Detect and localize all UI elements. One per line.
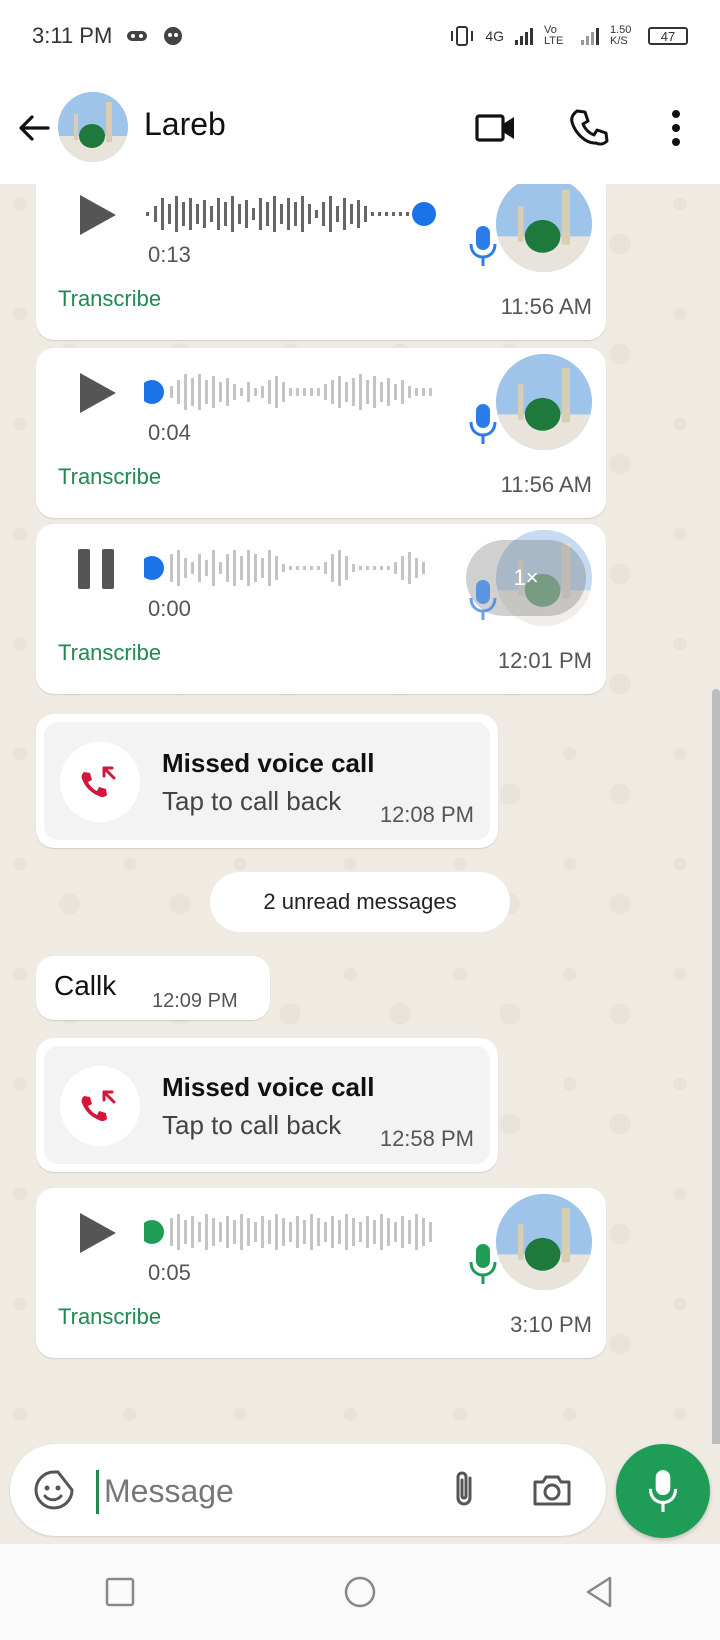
voice-duration: 0:05 (148, 1260, 191, 1285)
progress-thumb (412, 202, 436, 226)
volte-label: Vo LTE (544, 24, 564, 47)
unread-divider: 2 unread messages (210, 872, 510, 932)
play-icon[interactable] (74, 370, 120, 416)
network-type: 4G (485, 28, 504, 44)
more-vert-icon[interactable] (654, 106, 698, 150)
play-icon[interactable] (74, 192, 120, 238)
voice-message: 0:05 Transcribe 3:10 PM (36, 1188, 606, 1358)
phone-icon[interactable] (568, 106, 612, 150)
mic-icon (469, 1244, 497, 1284)
video-call-icon[interactable] (474, 106, 518, 150)
record-voice-button[interactable] (616, 1444, 710, 1538)
contact-avatar[interactable] (58, 92, 128, 162)
voice-duration: 0:04 (148, 420, 191, 445)
scrollbar[interactable] (712, 689, 720, 1444)
call-title: Missed voice call (162, 1072, 375, 1102)
progress-thumb (144, 1220, 164, 1244)
game-icon (127, 31, 148, 41)
waveform[interactable] (144, 186, 444, 242)
transcribe-link[interactable]: Transcribe (58, 1304, 161, 1330)
text-message[interactable]: Callk 12:09 PM (36, 956, 270, 1020)
progress-thumb (144, 556, 164, 580)
text-cursor (96, 1470, 99, 1514)
circle-nav-icon[interactable] (340, 1572, 380, 1612)
square-nav-icon[interactable] (100, 1572, 140, 1612)
message-input[interactable] (102, 1462, 426, 1520)
waveform[interactable] (144, 364, 444, 420)
voice-duration: 0:00 (148, 596, 191, 621)
status-time: 3:11 PM (32, 23, 113, 48)
message-time: 11:56 AM (500, 294, 592, 319)
message-time: 11:56 AM (500, 472, 592, 497)
camera-icon[interactable] (530, 1468, 574, 1512)
mic-icon (469, 580, 497, 620)
unread-label: 2 unread messages (263, 889, 457, 914)
waveform[interactable] (144, 540, 444, 596)
message-text: Callk (54, 970, 117, 1001)
voice-message: 0:04 Transcribe 11:56 AM (36, 348, 606, 518)
message-time: 12:08 PM (379, 802, 474, 827)
sticker-icon[interactable] (32, 1468, 76, 1512)
chat-messages[interactable]: 0:13 Transcribe 11:56 AM 0:04 Transcribe… (0, 184, 720, 1444)
message-time: 12:01 PM (497, 648, 592, 673)
transcribe-link[interactable]: Transcribe (58, 286, 161, 312)
sender-avatar (496, 1194, 592, 1290)
missed-call-icon-wrap (60, 742, 140, 822)
mic-icon (469, 404, 497, 444)
sender-avatar (496, 354, 592, 450)
missed-call-icon-wrap (60, 1066, 140, 1146)
mic-icon (469, 226, 497, 266)
call-subtitle: Tap to call back (162, 786, 342, 816)
back-arrow-icon[interactable] (14, 108, 54, 148)
play-icon[interactable] (74, 1210, 120, 1256)
missed-call-icon (81, 1090, 116, 1122)
signal-icon (515, 28, 533, 45)
chat-header: Lareb (0, 72, 720, 184)
call-subtitle: Tap to call back (162, 1110, 342, 1140)
missed-call-card: Missed voice call Tap to call back 12:58… (44, 1046, 490, 1164)
voice-message: 0:00 Transcribe 12:01 PM 1× (36, 524, 606, 694)
voice-message: 0:13 Transcribe 11:56 AM (36, 184, 606, 340)
system-nav-bar (0, 1544, 720, 1640)
call-title: Missed voice call (162, 748, 375, 778)
voice-duration: 0:13 (148, 242, 191, 267)
playback-speed: 1× (513, 565, 539, 590)
waveform[interactable] (144, 1204, 444, 1260)
missed-call-card: Missed voice call Tap to call back 12:08… (44, 722, 490, 840)
signal-icon-2 (581, 28, 599, 45)
message-time: 3:10 PM (510, 1312, 592, 1337)
alien-icon (164, 27, 183, 45)
attach-icon[interactable] (442, 1468, 486, 1512)
network-speed: 1.50 K/S (610, 24, 632, 47)
sender-avatar (496, 184, 592, 272)
triangle-nav-icon[interactable] (580, 1572, 620, 1612)
progress-thumb (144, 380, 164, 404)
transcribe-link[interactable]: Transcribe (58, 640, 161, 666)
dome-image (58, 92, 128, 162)
transcribe-link[interactable]: Transcribe (58, 464, 161, 490)
message-time: 12:09 PM (152, 990, 238, 1012)
missed-call-message[interactable]: Missed voice call Tap to call back 12:58… (36, 1038, 498, 1172)
vibrate-icon (451, 26, 474, 46)
status-bar: 3:11 PM 4G Vo LTE 1.50 K/S 47 (0, 0, 720, 72)
battery-icon: 47 (648, 27, 688, 45)
message-composer (10, 1444, 606, 1536)
contact-name[interactable]: Lareb (144, 106, 226, 143)
battery-level: 47 (660, 28, 676, 44)
missed-call-icon (81, 766, 116, 798)
missed-call-message[interactable]: Missed voice call Tap to call back 12:08… (36, 714, 498, 848)
pause-icon[interactable] (74, 546, 120, 592)
message-time: 12:58 PM (379, 1126, 474, 1151)
mic-icon (648, 1470, 678, 1512)
